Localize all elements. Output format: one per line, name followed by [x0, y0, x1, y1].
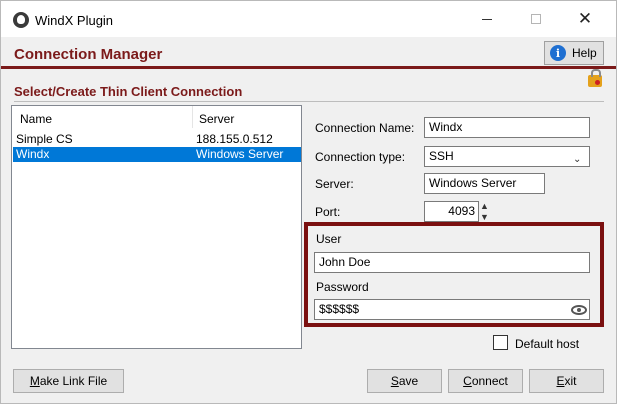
exit-mnemonic: E — [556, 374, 565, 388]
lock-icon — [588, 69, 602, 87]
connection-type-label: Connection type: — [315, 150, 406, 164]
default-host-checkbox[interactable] — [493, 335, 508, 350]
user-input[interactable]: John Doe — [314, 252, 590, 273]
minimize-button[interactable] — [464, 1, 510, 37]
connections-list[interactable]: Name Server Simple CS 188.155.0.512 Wind… — [11, 105, 302, 349]
title-bar[interactable]: WindX Plugin ✕ — [1, 1, 616, 37]
port-stepper[interactable]: ▲ ▼ — [480, 201, 492, 223]
chevron-up-icon[interactable]: ▲ — [480, 201, 489, 211]
section-divider — [14, 101, 604, 102]
list-item-server: Windows Server — [196, 147, 284, 161]
user-label: User — [316, 232, 342, 246]
connection-type-value: SSH — [429, 149, 454, 163]
connect-label: onnect — [471, 374, 508, 388]
make-link-file-label: ake Link File — [39, 374, 108, 388]
close-button[interactable]: ✕ — [562, 1, 608, 37]
column-divider[interactable] — [192, 106, 193, 128]
maximize-button[interactable] — [513, 1, 559, 37]
page-title: Connection Manager — [14, 46, 163, 63]
connection-name-label: Connection Name: — [315, 121, 415, 135]
info-icon: i — [550, 45, 566, 61]
list-item-name: Simple CS — [16, 132, 73, 146]
header-bar: Connection Manager i Help — [1, 37, 616, 69]
chevron-down-icon: ⌄ — [573, 154, 582, 165]
exit-button[interactable]: Exit — [529, 369, 604, 393]
connection-name-input[interactable]: Windx — [424, 117, 590, 138]
make-link-file-button[interactable]: Make Link File — [13, 369, 124, 393]
windx-app-icon — [13, 12, 29, 28]
connection-type-select[interactable]: SSH ⌄ — [424, 146, 590, 167]
port-label: Port: — [315, 205, 341, 219]
close-icon: ✕ — [577, 9, 593, 28]
windx-plugin-window: WindX Plugin ✕ Connection Manager i Help… — [0, 0, 617, 404]
maximize-icon — [531, 14, 541, 24]
help-button[interactable]: i Help — [544, 41, 604, 65]
list-header: Name Server — [12, 106, 301, 132]
save-label: ave — [398, 374, 419, 388]
save-button[interactable]: Save — [367, 369, 442, 393]
server-label: Server: — [315, 177, 354, 191]
password-input[interactable]: $$$$$$ — [314, 299, 590, 320]
list-item-name: Windx — [16, 147, 50, 161]
window-title: WindX Plugin — [35, 13, 114, 28]
chevron-down-icon[interactable]: ▼ — [480, 212, 489, 222]
eye-icon[interactable] — [571, 305, 587, 315]
minimize-icon — [482, 18, 492, 20]
connect-mnemonic: C — [463, 374, 472, 388]
column-header-server[interactable]: Server — [199, 112, 234, 126]
section-title: Select/Create Thin Client Connection — [14, 84, 243, 99]
list-item[interactable]: Simple CS 188.155.0.512 — [13, 132, 301, 147]
list-item-server: 188.155.0.512 — [196, 132, 273, 146]
server-input[interactable]: Windows Server — [424, 173, 545, 194]
connect-button[interactable]: Connect — [448, 369, 523, 393]
password-label: Password — [316, 280, 369, 294]
port-input[interactable]: 4093 — [424, 201, 479, 222]
column-header-name[interactable]: Name — [20, 112, 52, 126]
default-host-label: Default host — [515, 337, 580, 351]
save-mnemonic: S — [390, 374, 399, 388]
make-link-file-mnemonic: M — [29, 374, 40, 388]
list-item-selected[interactable]: Windx Windows Server — [13, 147, 301, 162]
exit-label: xit — [564, 374, 577, 388]
help-button-label: Help — [572, 46, 597, 60]
